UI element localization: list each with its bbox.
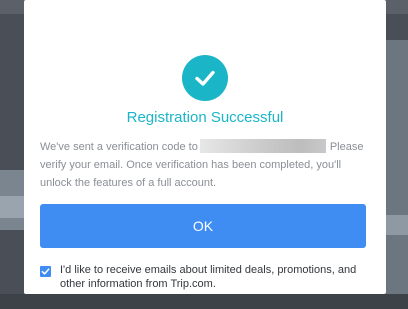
checkmark-glyph — [195, 70, 215, 86]
verification-message: We've sent a verification code to Please … — [40, 138, 372, 192]
marketing-consent-checkbox[interactable] — [40, 266, 51, 277]
background-image-right — [386, 40, 408, 300]
redacted-email — [199, 139, 326, 153]
check-circle-icon — [182, 55, 228, 101]
background-image-left-detail — [0, 196, 24, 218]
marketing-consent-label[interactable]: I'd like to receive emails about limited… — [60, 263, 370, 291]
marketing-consent: I'd like to receive emails about limited… — [40, 263, 370, 291]
message-prefix: We've sent a verification code to — [40, 141, 198, 153]
dialog-title: Registration Successful — [126, 109, 284, 126]
checkmark-icon — [41, 268, 50, 275]
registration-success-dialog: Registration Successful We've sent a ver… — [24, 0, 386, 294]
background-image-right-detail — [386, 215, 408, 235]
background-footer — [0, 294, 408, 309]
ok-button[interactable]: OK — [40, 204, 366, 248]
